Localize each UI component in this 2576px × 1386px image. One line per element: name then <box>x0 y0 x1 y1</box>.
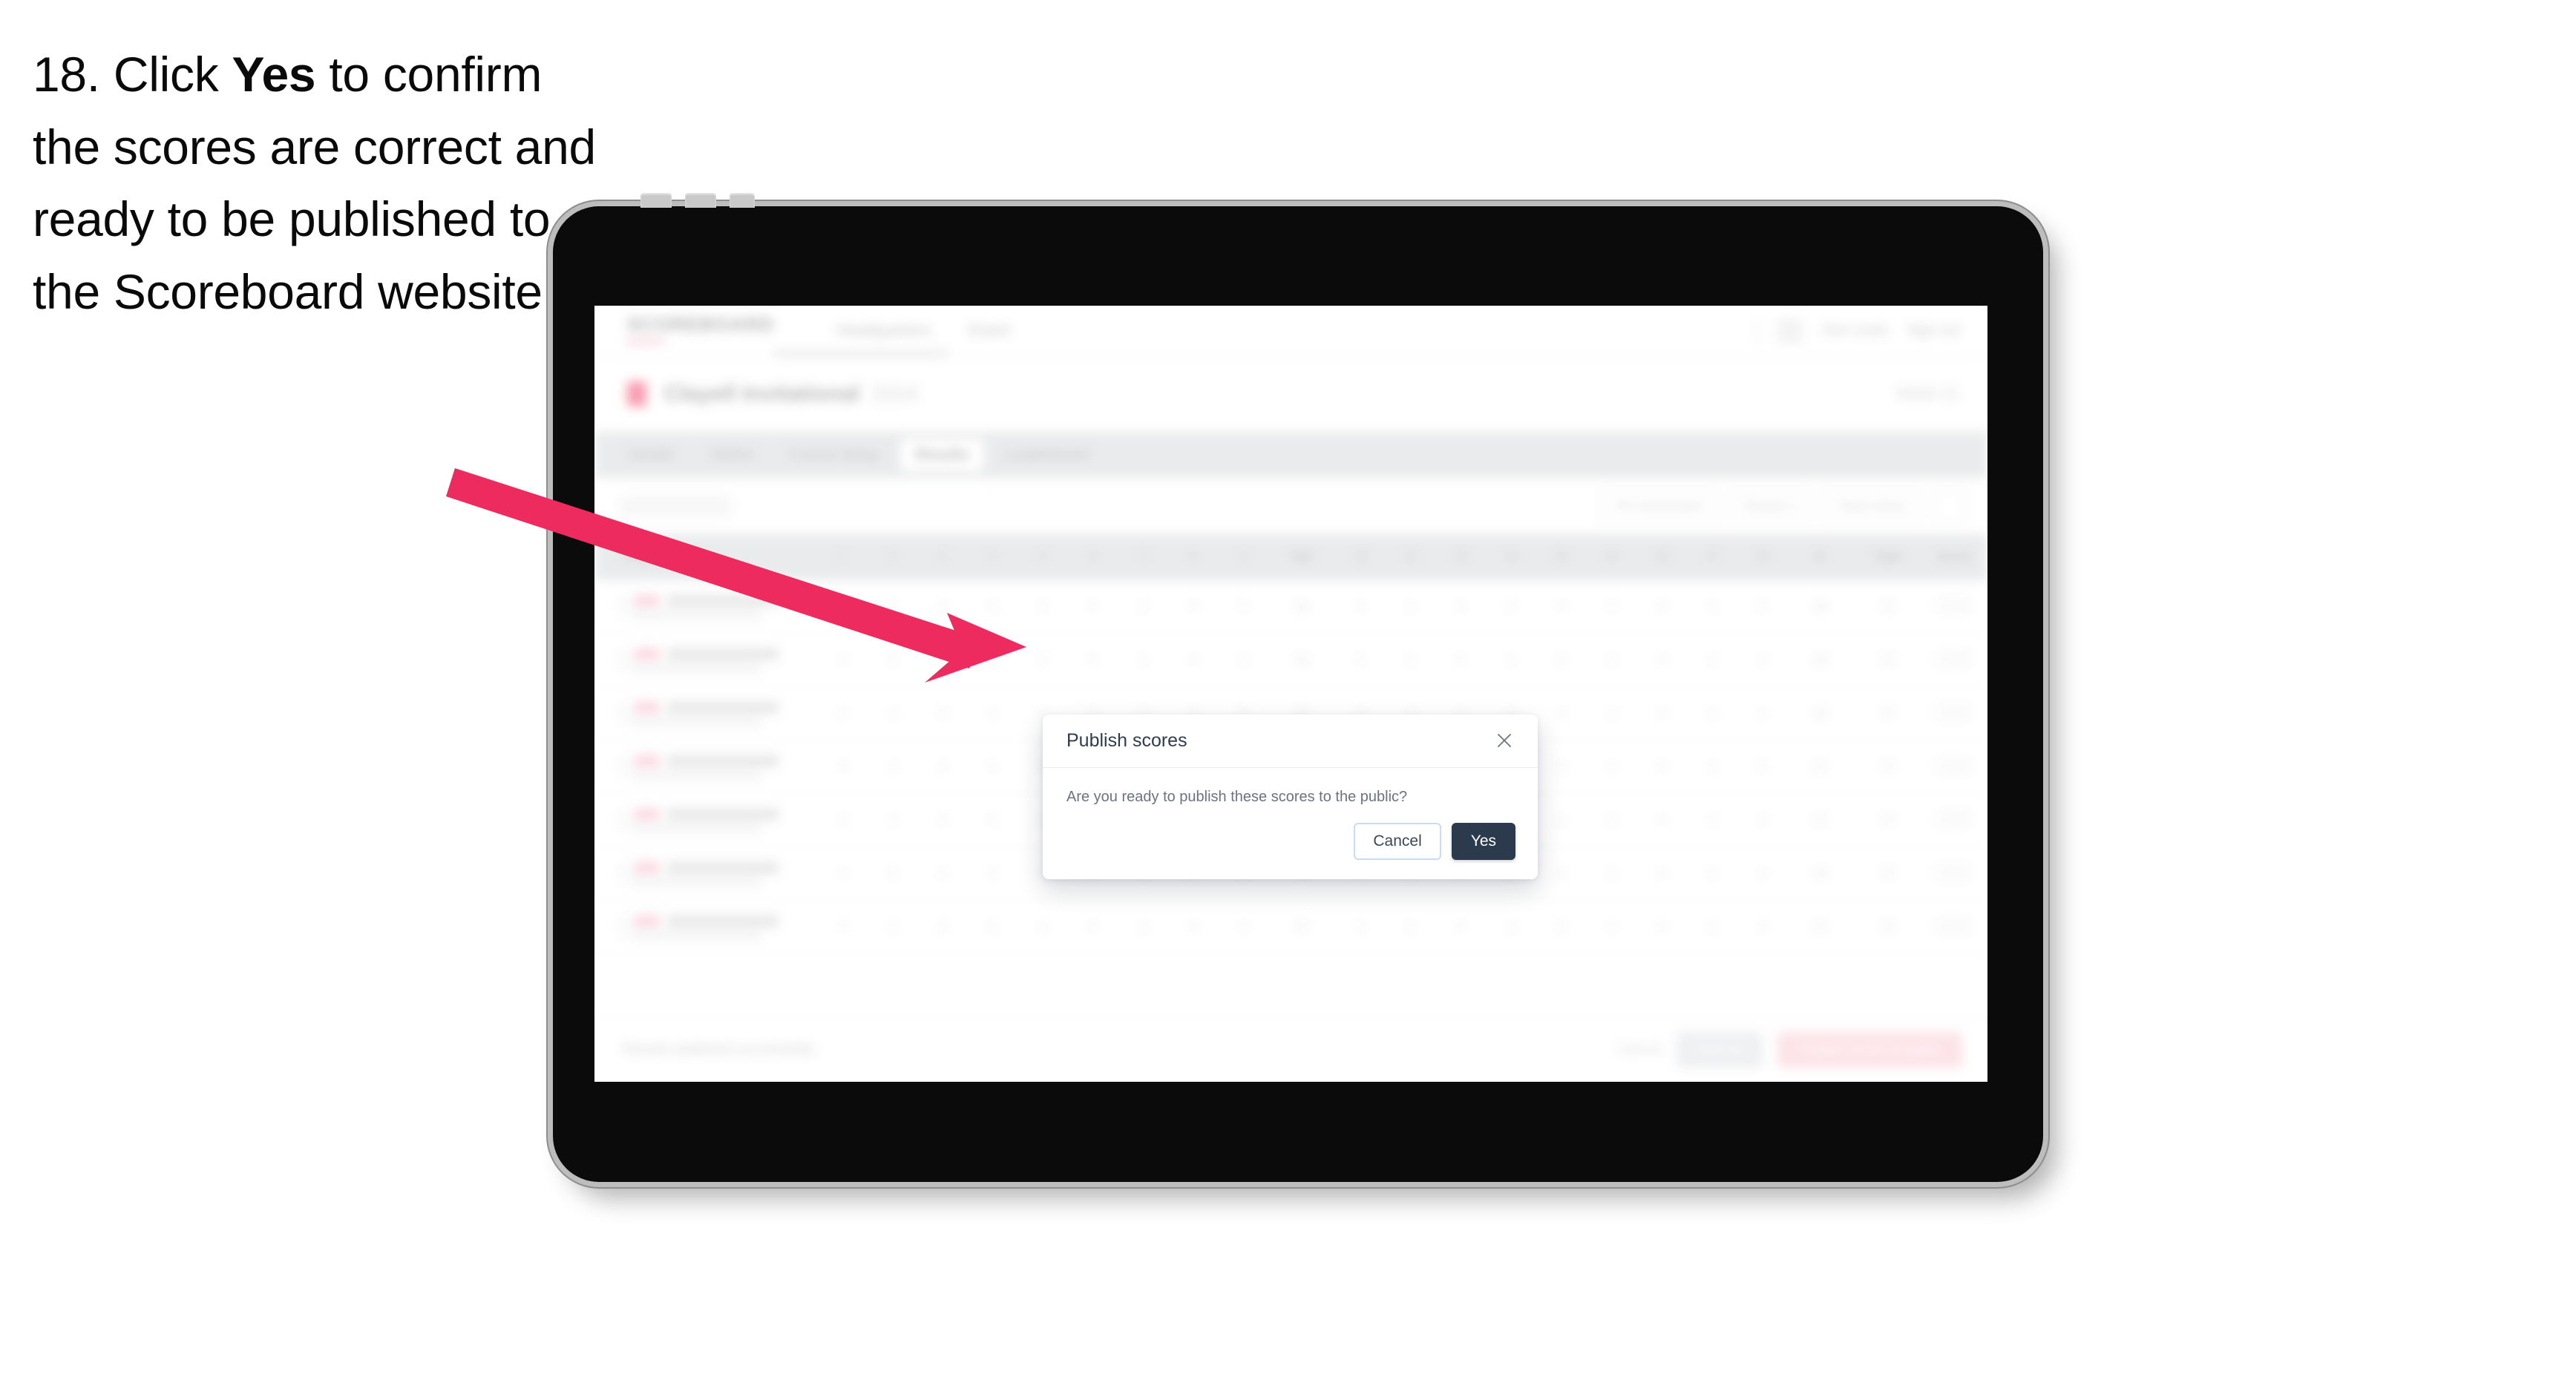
close-icon[interactable] <box>1492 728 1517 753</box>
tablet-screen: SCOREBOARD EVENTS Headquarters Event Tom… <box>594 306 1987 1082</box>
dialog-title: Publish scores <box>1066 730 1187 751</box>
yes-button[interactable]: Yes <box>1451 823 1515 860</box>
tablet-device-frame: SCOREBOARD EVENTS Headquarters Event Tom… <box>553 193 2043 1182</box>
instruction-caption: 18. Click Yes to confirm the scores are … <box>33 39 597 329</box>
dialog-header: Publish scores <box>1043 715 1538 768</box>
dialog-body: Are you ready to publish these scores to… <box>1043 768 1538 806</box>
step-number: 18. <box>33 47 100 102</box>
cancel-button[interactable]: Cancel <box>1354 823 1441 860</box>
volume-up-button[interactable] <box>640 193 672 208</box>
caption-before: Click <box>113 47 232 102</box>
slide-canvas: 18. Click Yes to confirm the scores are … <box>0 0 2576 1386</box>
caption-emphasis: Yes <box>232 47 316 102</box>
publish-scores-dialog: Publish scores Are you ready to publish … <box>1043 715 1538 879</box>
power-button[interactable] <box>730 193 755 208</box>
volume-down-button[interactable] <box>685 193 716 208</box>
modal-overlay[interactable] <box>594 306 1987 1082</box>
dialog-actions: Cancel Yes <box>1354 823 1515 860</box>
dialog-message: Are you ready to publish these scores to… <box>1066 789 1408 805</box>
